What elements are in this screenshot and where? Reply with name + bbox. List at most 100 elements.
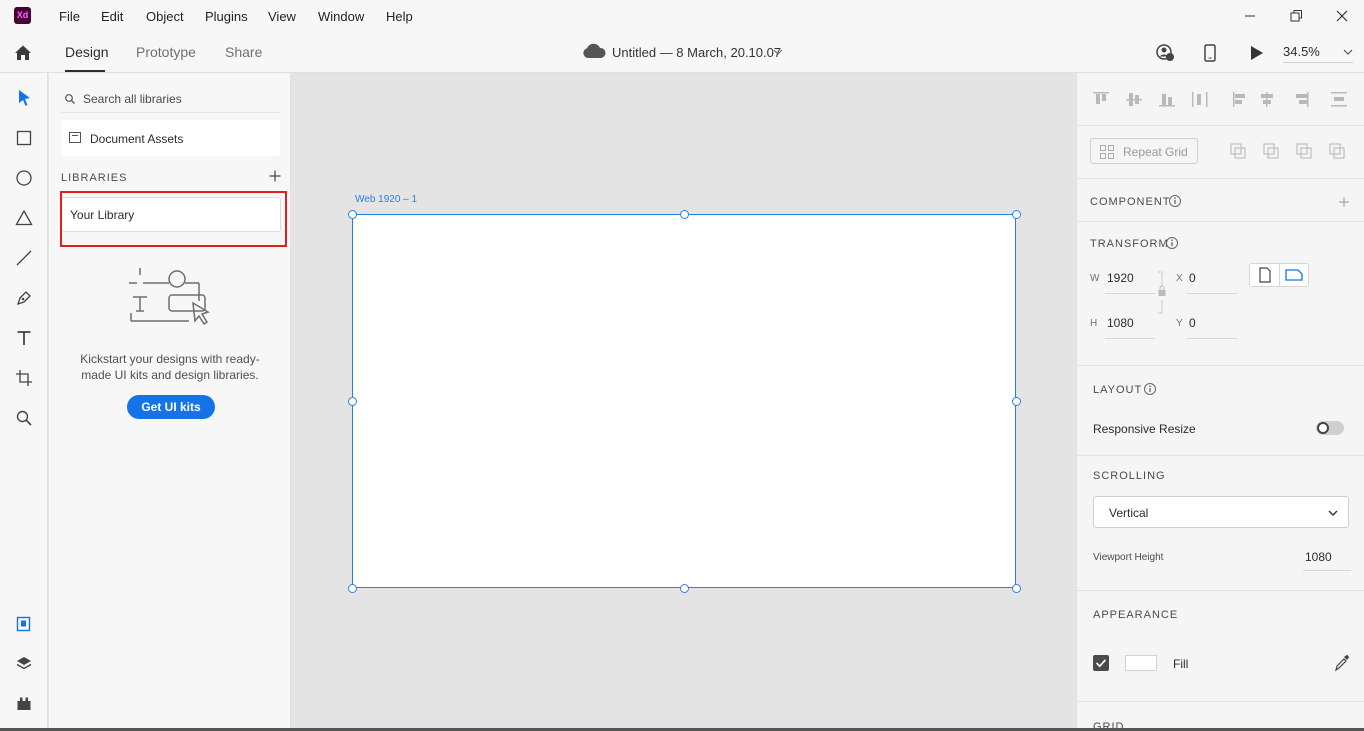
transform-heading: TRANSFORM xyxy=(1090,238,1169,250)
app-bar: Design Prototype Share Untitled — 8 Marc… xyxy=(0,32,1364,73)
resize-handle-bottom-left[interactable] xyxy=(347,583,357,593)
select-tool-icon[interactable] xyxy=(12,86,36,110)
menu-file[interactable]: File xyxy=(59,9,80,24)
ui-kits-illustration xyxy=(125,263,215,333)
menu-window[interactable]: Window xyxy=(318,9,364,24)
fill-checkbox[interactable] xyxy=(1093,655,1109,671)
library-search-input[interactable]: Search all libraries xyxy=(61,85,280,113)
chevron-down-icon xyxy=(1327,507,1339,519)
height-field[interactable]: 1080 xyxy=(1107,316,1134,330)
resize-handle-top-left[interactable] xyxy=(347,209,357,219)
width-field[interactable]: 1920 xyxy=(1107,271,1134,285)
lock-aspect-icon[interactable] xyxy=(1156,270,1168,315)
ellipse-tool-icon[interactable] xyxy=(12,166,36,190)
tools-toolbar xyxy=(0,73,48,731)
property-inspector: Repeat Grid COMPONENT TRANSFORM W 1920 H… xyxy=(1076,73,1364,731)
eyedropper-icon[interactable] xyxy=(1334,654,1350,672)
menu-view[interactable]: View xyxy=(268,9,296,24)
zoom-chevron-icon[interactable] xyxy=(1342,46,1354,58)
polygon-tool-icon[interactable] xyxy=(12,206,36,230)
search-placeholder: Search all libraries xyxy=(83,92,182,106)
resize-handle-top[interactable] xyxy=(679,209,689,219)
artboard-tool-icon[interactable] xyxy=(12,366,36,390)
divider xyxy=(1077,455,1364,456)
responsive-resize-label: Responsive Resize xyxy=(1093,422,1196,436)
divider xyxy=(1077,125,1364,126)
height-label: H xyxy=(1090,318,1098,329)
text-tool-icon[interactable] xyxy=(12,326,36,350)
divider xyxy=(1077,701,1364,702)
x-label: X xyxy=(1176,273,1183,284)
pen-tool-icon[interactable] xyxy=(12,286,36,310)
tab-design[interactable]: Design xyxy=(65,44,109,60)
document-title[interactable]: Untitled — 8 March, 20.10.07 xyxy=(612,45,781,60)
user-share-icon[interactable] xyxy=(1154,42,1176,64)
resize-handle-left[interactable] xyxy=(347,396,357,406)
field-underline xyxy=(1187,293,1237,294)
plugins-panel-icon[interactable] xyxy=(12,692,36,716)
divider xyxy=(1077,365,1364,366)
resize-handle-top-right[interactable] xyxy=(1011,209,1021,219)
document-assets-label: Document Assets xyxy=(90,132,184,146)
y-field[interactable]: 0 xyxy=(1189,316,1196,330)
info-icon[interactable] xyxy=(1168,194,1182,208)
tab-share[interactable]: Share xyxy=(225,44,262,60)
orientation-toggle xyxy=(1249,263,1309,287)
resize-handle-bottom-right[interactable] xyxy=(1011,583,1021,593)
add-component-icon[interactable] xyxy=(1339,196,1349,207)
resize-handle-bottom[interactable] xyxy=(679,583,689,593)
line-tool-icon[interactable] xyxy=(12,246,36,270)
title-bar: Xd File Edit Object Plugins View Window … xyxy=(0,0,1364,32)
get-ui-kits-button[interactable]: Get UI kits xyxy=(127,395,215,419)
mobile-preview-icon[interactable] xyxy=(1201,42,1219,64)
component-heading: COMPONENT xyxy=(1090,196,1171,208)
minimize-icon[interactable] xyxy=(1240,6,1260,26)
document-assets-icon xyxy=(69,132,82,144)
chevron-down-icon[interactable] xyxy=(772,46,784,58)
artboard-label[interactable]: Web 1920 – 1 xyxy=(355,194,417,205)
info-icon[interactable] xyxy=(1143,382,1157,396)
close-icon[interactable] xyxy=(1332,6,1352,26)
x-field[interactable]: 0 xyxy=(1189,271,1196,285)
layout-heading: LAYOUT xyxy=(1093,384,1143,396)
info-icon[interactable] xyxy=(1165,236,1179,250)
repeat-grid-icon xyxy=(1100,145,1114,159)
document-assets-item[interactable]: Document Assets xyxy=(61,120,280,156)
libraries-panel: Search all libraries Document Assets LIB… xyxy=(49,73,291,731)
rectangle-tool-icon[interactable] xyxy=(12,126,36,150)
field-underline xyxy=(1303,570,1351,571)
zoom-tool-icon[interactable] xyxy=(12,406,36,430)
width-label: W xyxy=(1090,273,1100,284)
divider xyxy=(1077,178,1364,179)
tab-active-indicator xyxy=(65,70,105,72)
xd-logo: Xd xyxy=(14,7,31,24)
repeat-grid-label: Repeat Grid xyxy=(1123,145,1188,159)
artboard[interactable] xyxy=(352,214,1016,588)
home-icon[interactable] xyxy=(12,42,34,64)
viewport-height-field[interactable]: 1080 xyxy=(1305,550,1332,564)
menu-help[interactable]: Help xyxy=(386,9,413,24)
responsive-resize-toggle[interactable] xyxy=(1316,421,1344,435)
menu-edit[interactable]: Edit xyxy=(101,9,123,24)
viewport-height-label: Viewport Height xyxy=(1093,552,1164,563)
layers-panel-icon[interactable] xyxy=(12,652,36,676)
menu-object[interactable]: Object xyxy=(146,9,184,24)
portrait-icon[interactable] xyxy=(1250,264,1279,286)
menu-plugins[interactable]: Plugins xyxy=(205,9,248,24)
scrolling-select[interactable]: Vertical xyxy=(1093,496,1349,528)
boolean-operations xyxy=(1229,141,1347,161)
zoom-level[interactable]: 34.5% xyxy=(1283,44,1320,59)
tab-prototype[interactable]: Prototype xyxy=(136,44,196,60)
restore-icon[interactable] xyxy=(1286,6,1306,26)
play-icon[interactable] xyxy=(1246,42,1266,64)
field-underline xyxy=(1105,338,1155,339)
repeat-grid-button[interactable]: Repeat Grid xyxy=(1090,138,1198,164)
resize-handle-right[interactable] xyxy=(1011,396,1021,406)
libraries-panel-icon[interactable] xyxy=(12,612,36,636)
search-icon xyxy=(64,93,76,105)
add-library-icon[interactable] xyxy=(269,170,281,182)
landscape-icon[interactable] xyxy=(1279,264,1308,286)
scrolling-heading: SCROLLING xyxy=(1093,470,1166,482)
divider xyxy=(1077,221,1364,222)
fill-color-swatch[interactable] xyxy=(1125,655,1157,671)
